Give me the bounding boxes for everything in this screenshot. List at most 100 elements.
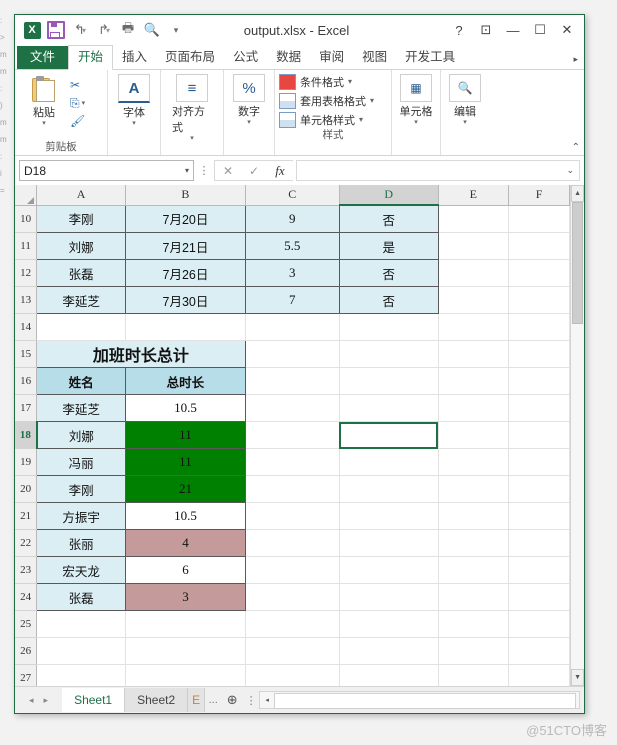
paste-button[interactable]: 粘贴 ▾ [21, 74, 67, 127]
minimize-icon[interactable]: — [500, 19, 526, 41]
grid-cell[interactable] [339, 583, 439, 611]
grid-cell[interactable]: 李刚 [36, 475, 127, 503]
column-header-c[interactable]: C [245, 185, 340, 206]
grid-cell[interactable] [508, 367, 571, 395]
grid-cell[interactable] [339, 556, 439, 584]
grid-cell[interactable]: 9 [244, 204, 340, 233]
help-icon[interactable]: ? [446, 19, 472, 41]
add-sheet-icon[interactable]: ⊕ [221, 692, 243, 708]
grid-cell[interactable] [508, 583, 571, 611]
alignment-button[interactable]: ≡ 对齐方式 ▾ [172, 74, 212, 142]
grid-cell[interactable] [508, 286, 571, 314]
grid-cell[interactable] [438, 583, 509, 611]
grid-cell[interactable] [508, 475, 571, 503]
row-header-14[interactable]: 14 [15, 313, 38, 341]
save-icon[interactable] [45, 19, 67, 41]
grid-cell[interactable] [508, 637, 571, 665]
grid-cell[interactable] [339, 475, 439, 503]
grid-cell[interactable] [438, 556, 509, 584]
grid-cell[interactable]: 3 [125, 583, 246, 611]
column-header-a[interactable]: A [36, 185, 127, 206]
grid-cell[interactable]: 7 [244, 286, 340, 314]
sheet-tab-sheet2[interactable]: Sheet2 [125, 688, 189, 712]
grid-cell[interactable] [438, 529, 509, 557]
grid-cell[interactable]: 姓名 [36, 367, 127, 395]
grid-cell[interactable] [339, 340, 439, 368]
horizontal-scroll-track[interactable] [274, 693, 577, 709]
formula-input[interactable]: ⌄ [296, 160, 580, 181]
grid-cell[interactable] [245, 367, 340, 395]
grid-cell[interactable] [339, 529, 439, 557]
ribbon-tab-view[interactable]: 视图 [353, 46, 396, 69]
ribbon-tab-developer[interactable]: 开发工具 [396, 46, 464, 69]
grid-cell[interactable]: 李刚 [36, 204, 127, 233]
grid-cell[interactable]: 方振宇 [36, 502, 127, 530]
grid-cell[interactable]: 10.5 [125, 502, 246, 530]
paste-dropdown-icon[interactable]: ▾ [42, 120, 46, 127]
grid-cell[interactable] [438, 394, 509, 422]
select-all-corner[interactable] [15, 185, 38, 206]
grid-cell[interactable]: 3 [244, 259, 340, 287]
ribbon-display-options-icon[interactable]: ⊡ [473, 19, 499, 41]
grid-cell[interactable] [245, 448, 340, 476]
grid-cell[interactable] [508, 664, 571, 686]
editing-button[interactable]: 🔍 编辑 ▾ [447, 74, 483, 126]
grid-cell[interactable] [339, 610, 439, 638]
ribbon-tab-review[interactable]: 审阅 [310, 46, 353, 69]
row-header-23[interactable]: 23 [15, 556, 38, 584]
grid-cell[interactable] [245, 529, 340, 557]
row-header-13[interactable]: 13 [15, 286, 38, 314]
row-header-15[interactable]: 15 [15, 340, 38, 368]
column-header-e[interactable]: E [438, 185, 509, 206]
column-header-b[interactable]: B [125, 185, 246, 206]
grid-cell[interactable]: 4 [125, 529, 246, 557]
cell-styles-arrow-icon[interactable]: ▾ [359, 115, 363, 124]
grid-cell[interactable] [508, 340, 571, 368]
row-header-12[interactable]: 12 [15, 259, 38, 287]
row-header-18[interactable]: 18 [15, 421, 38, 449]
grid-cell[interactable] [508, 313, 571, 341]
grid-cell[interactable]: 10.5 [125, 394, 246, 422]
fill-handle[interactable] [435, 446, 438, 448]
grid-cell[interactable] [245, 583, 340, 611]
grid-cell[interactable]: 张丽 [36, 529, 127, 557]
grid-cell[interactable] [438, 448, 509, 476]
grid-cell[interactable] [508, 448, 571, 476]
format-painter-button[interactable]: 🖌 [70, 113, 85, 129]
horizontal-scroll-thumb[interactable] [274, 693, 577, 709]
grid-cell[interactable] [438, 205, 509, 233]
grid-cell[interactable]: 张磊 [36, 259, 127, 287]
confirm-formula-icon[interactable]: ✓ [241, 161, 267, 180]
grid-cell[interactable] [245, 637, 340, 665]
grid-cell[interactable] [245, 394, 340, 422]
column-header-f[interactable]: F [508, 185, 571, 206]
redo-icon[interactable]: ↱ ▾ [93, 19, 115, 41]
grid-cell[interactable]: 李延芝 [36, 394, 127, 422]
grid-cell[interactable]: 李延芝 [36, 286, 127, 314]
ribbon-tab-overflow-icon[interactable]: ▸ [573, 54, 584, 69]
grid-cell[interactable] [339, 313, 439, 341]
grid-cell[interactable] [245, 340, 340, 368]
grid-cell[interactable]: 否 [338, 286, 439, 314]
formula-bar-menu-icon[interactable]: ⋮ [197, 164, 211, 177]
grid-cell[interactable] [36, 610, 127, 638]
ribbon-tab-insert[interactable]: 插入 [113, 46, 156, 69]
grid-cell[interactable] [36, 637, 127, 665]
grid-cell[interactable]: 7月21日 [125, 232, 246, 260]
grid-cell[interactable] [125, 664, 246, 686]
close-icon[interactable]: ✕ [554, 19, 580, 41]
cancel-formula-icon[interactable]: ✕ [215, 161, 241, 180]
row-header-21[interactable]: 21 [15, 502, 38, 530]
grid-cell[interactable]: 7月20日 [125, 204, 246, 233]
grid-cell[interactable]: 否 [338, 204, 439, 233]
cells-button[interactable]: ▦ 单元格 ▾ [398, 74, 434, 126]
customize-qat-icon[interactable]: ▾ [165, 19, 187, 41]
row-header-11[interactable]: 11 [15, 232, 38, 260]
grid-cell[interactable] [508, 232, 571, 260]
font-button[interactable]: A 字体 ▾ [114, 74, 154, 127]
scroll-up-icon[interactable]: ▲ [571, 185, 584, 202]
spreadsheet-grid[interactable]: A B C D E F 10 李刚 7月20日 9 否 11 刘娜 7月21日 5.5 是 12 张磊… [15, 185, 571, 686]
grid-cell[interactable] [438, 637, 509, 665]
ribbon-tab-home[interactable]: 开始 [68, 45, 114, 70]
active-cell[interactable] [339, 421, 439, 449]
